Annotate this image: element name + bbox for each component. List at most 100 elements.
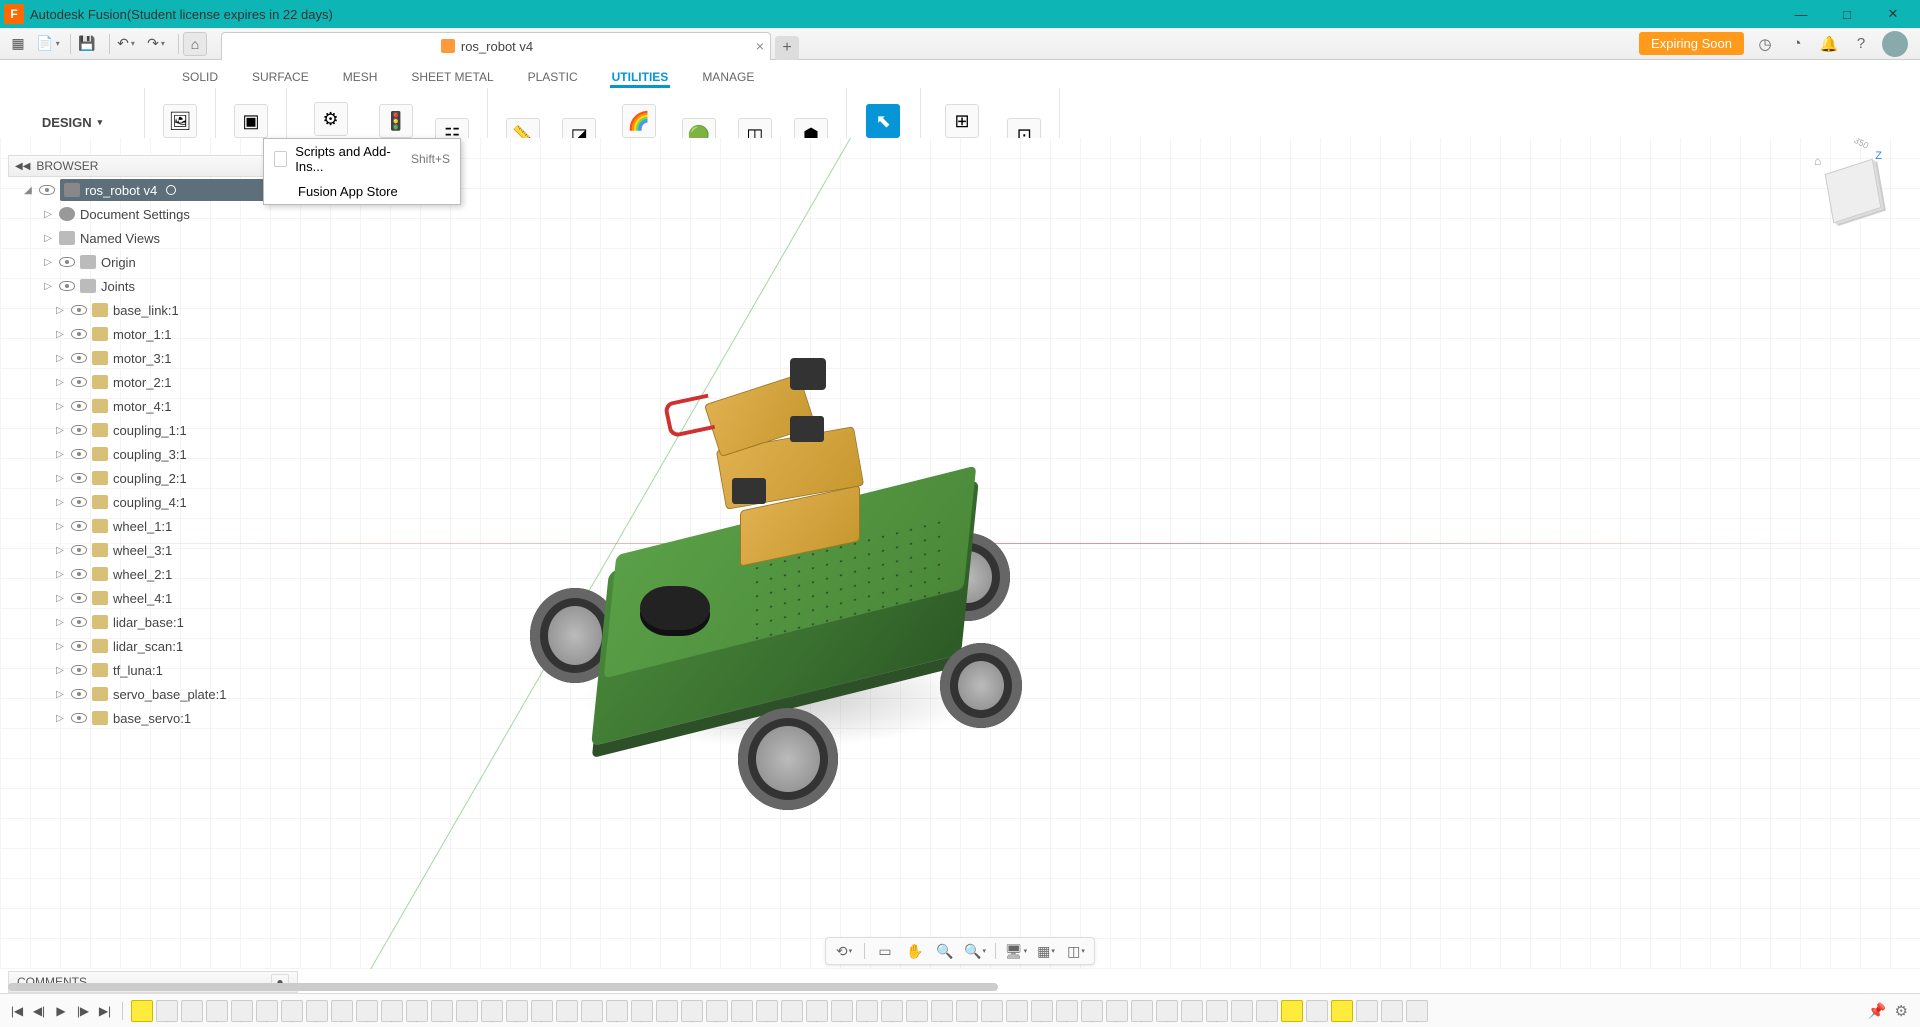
tree-item[interactable]: ▷motor_2:1 <box>18 370 298 394</box>
viewcube-home-icon[interactable]: ⌂ <box>1814 154 1821 168</box>
visibility-icon[interactable] <box>71 713 87 723</box>
visibility-icon[interactable] <box>71 641 87 651</box>
tree-item[interactable]: ▷coupling_3:1 <box>18 442 298 466</box>
visibility-icon[interactable] <box>71 329 87 339</box>
timeline-feature[interactable] <box>856 1000 878 1022</box>
timeline-feature[interactable] <box>181 1000 203 1022</box>
viewcube[interactable]: ⌂ Z <box>1820 158 1890 228</box>
timeline-feature[interactable] <box>331 1000 353 1022</box>
timeline-feature[interactable] <box>1131 1000 1153 1022</box>
tree-item[interactable]: ▷motor_3:1 <box>18 346 298 370</box>
expand-icon[interactable]: ▷ <box>42 233 54 244</box>
viewcube-cube[interactable] <box>1825 159 1882 224</box>
window-maximize-button[interactable]: □ <box>1824 0 1870 28</box>
look-at-button[interactable]: ▭ <box>875 941 895 961</box>
timeline-feature[interactable] <box>831 1000 853 1022</box>
tab-sheet-metal[interactable]: SHEET METAL <box>409 66 495 88</box>
visibility-icon[interactable] <box>71 449 87 459</box>
expand-icon[interactable]: ▷ <box>54 713 66 724</box>
tab-manage[interactable]: MANAGE <box>700 66 756 88</box>
tree-root-row[interactable]: ◢ ros_robot v4 <box>18 178 298 202</box>
tree-item[interactable]: ▷coupling_2:1 <box>18 466 298 490</box>
timeline-feature[interactable] <box>1406 1000 1428 1022</box>
expand-icon[interactable]: ▷ <box>54 521 66 532</box>
timeline-feature[interactable] <box>231 1000 253 1022</box>
visibility-icon[interactable] <box>71 353 87 363</box>
visibility-icon[interactable] <box>39 185 55 195</box>
model-wheel-bl[interactable] <box>738 708 838 810</box>
model-robot[interactable] <box>520 348 1020 768</box>
browser-panel-header[interactable]: ◀◀ BROWSER ● <box>8 155 298 177</box>
tree-item[interactable]: ▷lidar_base:1 <box>18 610 298 634</box>
timeline-feature[interactable] <box>506 1000 528 1022</box>
timeline-feature[interactable] <box>731 1000 753 1022</box>
timeline-pin-icon[interactable]: 📌 <box>1868 1002 1887 1020</box>
tree-item[interactable]: ▷Document Settings <box>18 202 298 226</box>
timeline-feature[interactable] <box>806 1000 828 1022</box>
tree-item[interactable]: ▷Origin <box>18 250 298 274</box>
horizontal-scrollbar[interactable] <box>8 983 1912 993</box>
timeline-settings-icon[interactable]: ⚙ <box>1895 1002 1908 1020</box>
timeline-feature[interactable] <box>1256 1000 1278 1022</box>
visibility-icon[interactable] <box>59 281 75 291</box>
timeline-feature[interactable] <box>1156 1000 1178 1022</box>
tree-item[interactable]: ▷base_servo:1 <box>18 706 298 730</box>
file-menu-button[interactable]: 📄 <box>36 32 60 56</box>
timeline-feature[interactable] <box>1106 1000 1128 1022</box>
timeline-feature[interactable] <box>1056 1000 1078 1022</box>
timeline-feature[interactable] <box>206 1000 228 1022</box>
timeline-feature[interactable] <box>906 1000 928 1022</box>
visibility-icon[interactable] <box>71 377 87 387</box>
tab-plastic[interactable]: PLASTIC <box>526 66 580 88</box>
orbit-button[interactable]: ⟲ <box>834 941 854 961</box>
timeline-feature[interactable] <box>531 1000 553 1022</box>
timeline-feature[interactable] <box>556 1000 578 1022</box>
expand-icon[interactable]: ▷ <box>54 641 66 652</box>
timeline-feature[interactable] <box>1181 1000 1203 1022</box>
timeline-feature[interactable] <box>1031 1000 1053 1022</box>
timeline-step-fwd-button[interactable]: |▶ <box>74 1002 92 1020</box>
data-panel-button[interactable]: ▦ <box>6 32 30 56</box>
notifications-icon[interactable]: 🔔 <box>1818 33 1840 55</box>
home-button[interactable]: ⌂ <box>183 32 207 56</box>
help-icon[interactable]: ? <box>1850 33 1872 55</box>
browser-collapse-icon[interactable]: ◀◀ <box>15 161 30 172</box>
model-servo-1[interactable] <box>732 478 766 504</box>
tree-item[interactable]: ▷Joints <box>18 274 298 298</box>
visibility-icon[interactable] <box>71 521 87 531</box>
expand-icon[interactable]: ▷ <box>42 209 54 220</box>
visibility-icon[interactable] <box>71 305 87 315</box>
new-tab-button[interactable]: + <box>775 36 799 60</box>
timeline-feature[interactable] <box>631 1000 653 1022</box>
tree-item[interactable]: ▷motor_1:1 <box>18 322 298 346</box>
timeline-feature[interactable] <box>356 1000 378 1022</box>
license-expiring-badge[interactable]: Expiring Soon <box>1639 32 1744 55</box>
visibility-icon[interactable] <box>71 569 87 579</box>
timeline-feature[interactable] <box>156 1000 178 1022</box>
timeline-feature[interactable] <box>456 1000 478 1022</box>
dropdown-scripts-addins[interactable]: Scripts and Add-Ins... Shift+S <box>264 139 460 179</box>
close-tab-button[interactable]: × <box>756 38 764 54</box>
model-wheel-br[interactable] <box>940 643 1022 728</box>
timeline-feature[interactable] <box>606 1000 628 1022</box>
window-minimize-button[interactable]: — <box>1778 0 1824 28</box>
expand-icon[interactable]: ▷ <box>54 449 66 460</box>
job-status-icon[interactable]: ◔ <box>1786 33 1808 55</box>
tab-utilities[interactable]: UTILITIES <box>610 66 671 88</box>
zoom-button[interactable]: 🔍 <box>935 941 955 961</box>
expand-icon[interactable]: ▷ <box>42 281 54 292</box>
visibility-icon[interactable] <box>71 689 87 699</box>
visibility-icon[interactable] <box>71 617 87 627</box>
tree-item[interactable]: ▷wheel_1:1 <box>18 514 298 538</box>
undo-button[interactable]: ↶ <box>114 32 138 56</box>
timeline-end-button[interactable]: ▶| <box>96 1002 114 1020</box>
pan-button[interactable]: ✋ <box>905 941 925 961</box>
expand-icon[interactable]: ▷ <box>42 257 54 268</box>
tab-mesh[interactable]: MESH <box>341 66 380 88</box>
expand-icon[interactable]: ▷ <box>54 593 66 604</box>
dropdown-app-store[interactable]: Fusion App Store <box>264 179 460 204</box>
timeline-feature[interactable] <box>306 1000 328 1022</box>
timeline-feature[interactable] <box>381 1000 403 1022</box>
window-close-button[interactable]: ✕ <box>1870 0 1916 28</box>
redo-button[interactable]: ↷ <box>144 32 168 56</box>
